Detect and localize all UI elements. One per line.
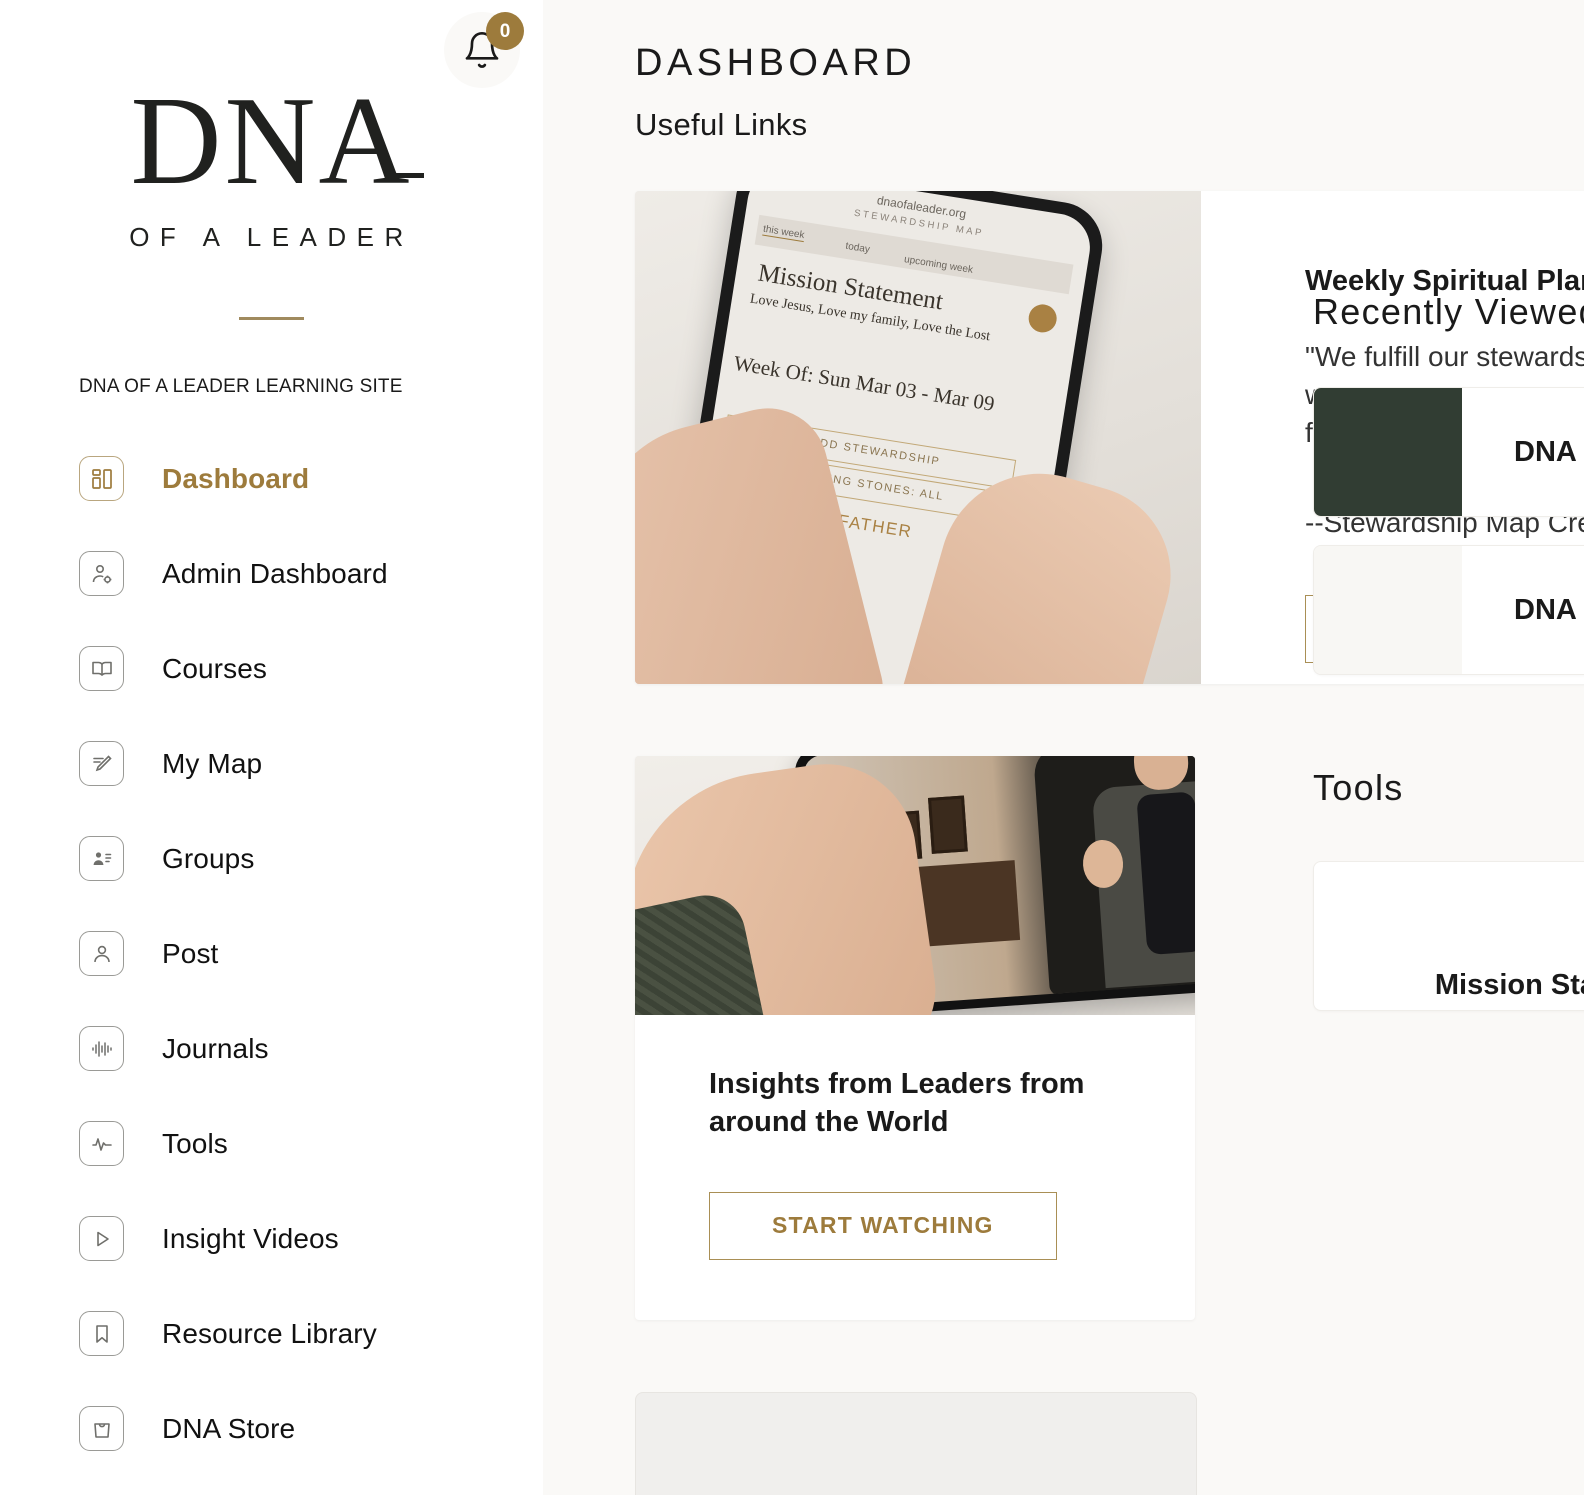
logo-text: DNA xyxy=(130,72,413,211)
app-root: 0 DNA OF A LEADER DNA OF A LEADER LEARNI… xyxy=(0,0,1584,1495)
sidebar-item-dna-store[interactable]: DNA Store xyxy=(0,1381,543,1476)
id-card-icon xyxy=(79,836,124,882)
insight-videos-title: Insights from Leaders from around the Wo… xyxy=(709,1068,1085,1139)
sidebar-item-label: Tools xyxy=(162,1127,228,1159)
course-thumbnail xyxy=(1314,388,1462,516)
site-name-label: DNA OF A LEADER LEARNING SITE xyxy=(79,376,403,398)
start-watching-button[interactable]: START WATCHING xyxy=(709,1191,1057,1260)
tool-card-mission-statement[interactable]: Mission Statement xyxy=(1313,861,1584,1011)
sidebar-item-dashboard[interactable]: Dashboard xyxy=(0,431,543,526)
list-item[interactable]: DNA of a Leader Course xyxy=(1313,387,1584,517)
left-column: dnaofaleader.org STEWARDSHIP MAP this we… xyxy=(635,191,1584,1495)
admin-user-gear-icon xyxy=(79,551,124,597)
sidebar-item-label: Journals xyxy=(162,1032,269,1064)
sidebar-item-label: Admin Dashboard xyxy=(162,557,388,589)
sidebar-item-label: Courses xyxy=(162,652,267,684)
sidebar: 0 DNA OF A LEADER DNA OF A LEADER LEARNI… xyxy=(0,0,543,1495)
sidebar-item-label: Insight Videos xyxy=(162,1222,339,1254)
right-column: Recently Viewed DNA of a Leader Course D… xyxy=(1313,191,1584,1495)
resource-library-banner[interactable]: Resource Library xyxy=(635,1391,1197,1495)
book-icon xyxy=(79,646,124,692)
sidebar-item-admin-dashboard[interactable]: Admin Dashboard xyxy=(0,526,543,621)
phone-avatar xyxy=(1026,302,1059,335)
picture-frame xyxy=(928,795,968,854)
sidebar-item-post[interactable]: Post xyxy=(0,906,543,1001)
stewardship-map-photo: dnaofaleader.org STEWARDSHIP MAP this we… xyxy=(635,191,1201,684)
phone-tab-upcoming: upcoming week xyxy=(903,254,974,276)
sidebar-item-label: My Map xyxy=(162,747,263,779)
leader-interview-photo xyxy=(635,756,1195,1015)
sidebar-item-label: DNA Store xyxy=(162,1412,296,1444)
tools-heading: Tools xyxy=(1313,767,1404,808)
sidebar-item-label: Post xyxy=(162,937,219,969)
play-icon xyxy=(79,1216,124,1262)
pulse-icon xyxy=(79,1121,124,1167)
sidebar-item-label: Resource Library xyxy=(162,1317,377,1349)
waveform-icon xyxy=(79,1026,124,1072)
page-title: DASHBOARD xyxy=(635,42,917,84)
recently-viewed-list: DNA of a Leader Course DNA of a Leader I… xyxy=(1313,387,1584,675)
sidebar-item-my-map[interactable]: My Map xyxy=(0,716,543,811)
phone-tab-this-week: this week xyxy=(762,223,806,243)
logo-accent-bar xyxy=(389,173,424,178)
tools-section: Tools Mission Statement xyxy=(1313,767,1584,1011)
insight-videos-body: Insights from Leaders from around the Wo… xyxy=(635,1015,1195,1320)
recently-viewed-section: Recently Viewed DNA of a Leader Course D… xyxy=(1313,291,1584,675)
main-content: DASHBOARD Useful Links dnaofaleader.org … xyxy=(543,0,1584,1495)
course-thumbnail xyxy=(1314,546,1462,674)
sidebar-item-label: Groups xyxy=(162,842,255,874)
sidebar-item-courses[interactable]: Courses xyxy=(0,621,543,716)
notification-badge: 0 xyxy=(486,12,524,50)
notifications-button[interactable]: 0 xyxy=(444,12,524,88)
sidebar-nav: Dashboard Admin Dashboard Courses My Map xyxy=(0,431,543,1476)
shopping-bag-icon xyxy=(79,1406,124,1452)
logo-subtitle: OF A LEADER xyxy=(129,222,414,253)
phone-tab-today: today xyxy=(844,240,871,256)
sidebar-item-resource-library[interactable]: Resource Library xyxy=(0,1286,543,1381)
logo-divider xyxy=(239,317,304,321)
dashboard-icon xyxy=(79,456,124,502)
insight-videos-card: Insights from Leaders from around the Wo… xyxy=(635,756,1195,1320)
sidebar-item-tools[interactable]: Tools xyxy=(0,1096,543,1191)
page-subtitle: Useful Links xyxy=(635,107,808,142)
course-title: DNA of a Leader Intro xyxy=(1514,593,1584,626)
user-icon xyxy=(79,931,124,977)
sidebar-item-label: Dashboard xyxy=(162,462,310,494)
pencil-edit-icon xyxy=(79,741,124,787)
sidebar-item-insight-videos[interactable]: Insight Videos xyxy=(0,1191,543,1286)
tool-card-title: Mission Statement xyxy=(1434,969,1584,1001)
sidebar-item-groups[interactable]: Groups xyxy=(0,811,543,906)
recently-viewed-heading: Recently Viewed xyxy=(1313,291,1584,332)
list-item[interactable]: DNA of a Leader Intro xyxy=(1313,545,1584,675)
person-shirt xyxy=(1136,791,1195,956)
bookmark-icon xyxy=(79,1311,124,1357)
dashboard-grid: dnaofaleader.org STEWARDSHIP MAP this we… xyxy=(635,191,1584,1495)
logo-wordmark: DNA xyxy=(131,79,424,205)
sidebar-item-journals[interactable]: Journals xyxy=(0,1001,543,1096)
course-title: DNA of a Leader Course xyxy=(1514,435,1584,468)
